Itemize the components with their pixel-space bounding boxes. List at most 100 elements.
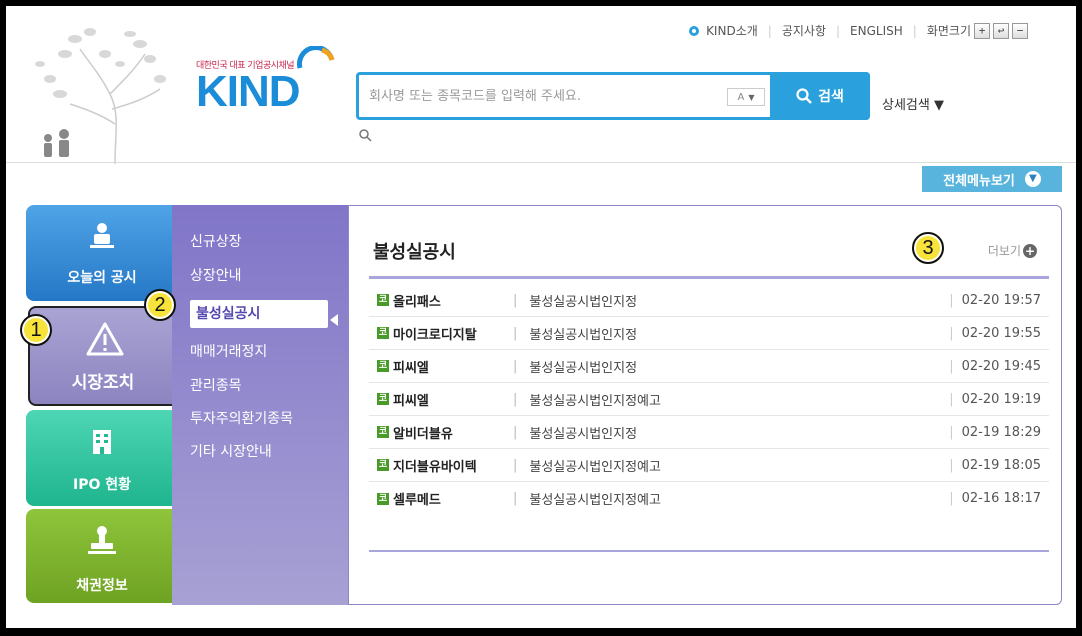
search-box: A ▼ 검색 (356, 72, 870, 120)
divider: | (949, 457, 954, 473)
tree-illustration (35, 28, 166, 164)
disclosure-time: | 02-20 19:57 (949, 293, 1041, 308)
stamp-icon (88, 526, 116, 554)
chevron-down-icon: ▼ (1024, 171, 1041, 187)
submenu-item-listing-guide[interactable]: 상장안내 (190, 265, 242, 285)
tab-today-disclosure[interactable]: 오늘의 공시 (26, 205, 178, 301)
advanced-search-link[interactable]: 상세검색 ▼ (882, 94, 944, 113)
list-item[interactable]: 코 피씨엘 | 불성실공시법인지정 | 02-20 19:45 (369, 350, 1049, 383)
submenu-item-investment-caution[interactable]: 투자주의환기종목 (190, 408, 293, 428)
logo-text: KIND (196, 67, 301, 116)
submenu-item-new-listing[interactable]: 신규상장 (190, 231, 242, 251)
disclosure-title[interactable]: 불성실공시법인지정예고 (529, 390, 661, 409)
panel-title: 불성실공시 (373, 242, 456, 263)
tab-label: 오늘의 공시 (67, 270, 137, 286)
divider: | (513, 292, 518, 308)
eye-icon (689, 25, 700, 36)
divider: | (949, 424, 954, 440)
divider: | (836, 23, 841, 38)
kosdaq-badge-icon: 코 (377, 459, 389, 471)
kosdaq-badge-icon: 코 (377, 492, 389, 505)
all-menu-button[interactable]: 전체메뉴보기 ▼ (922, 166, 1062, 192)
warning-icon (86, 322, 124, 356)
divider: | (513, 391, 518, 407)
disclosure-title[interactable]: 불성실공시법인지정예고 (529, 489, 661, 508)
content-panel: 불성실공시 더보기 + 코 올리패스 | 불성실공시법인지정 | 02-20 19:57 코… (348, 205, 1062, 605)
divider: | (949, 292, 954, 308)
company-name[interactable]: 지더블유바이텍 (393, 456, 513, 475)
header-divider (6, 162, 1076, 163)
list-item[interactable]: 코 셀루메드 | 불성실공시법인지정예고 | 02-16 18:17 (369, 482, 1049, 515)
list-item[interactable]: 코 마이크로디지탈 | 불성실공시법인지정 | 02-20 19:55 (369, 317, 1049, 350)
top-links: KIND소개 | 공지사항 | ENGLISH | 화면크기 + ↩ − (686, 22, 1028, 39)
company-name[interactable]: 피씨엘 (393, 390, 513, 409)
divider: | (513, 491, 518, 506)
kosdaq-badge-icon: 코 (377, 294, 389, 306)
time-value: 02-20 19:19 (961, 391, 1041, 407)
link-notice[interactable]: 공지사항 (782, 22, 826, 39)
list-item[interactable]: 코 올리패스 | 불성실공시법인지정 | 02-20 19:57 (369, 284, 1049, 317)
all-menu-label: 전체메뉴보기 (943, 173, 1015, 189)
list-item[interactable]: 코 지더블유바이텍 | 불성실공시법인지정예고 | 02-19 18:05 (369, 449, 1049, 482)
divider: | (949, 358, 954, 374)
list-item[interactable]: 코 피씨엘 | 불성실공시법인지정예고 | 02-20 19:19 (369, 383, 1049, 416)
list-item[interactable]: 코 알비더블유 | 불성실공시법인지정 | 02-19 18:29 (369, 416, 1049, 449)
submenu-item-unfaithful-disclosure[interactable]: 불성실공시 (190, 300, 328, 328)
kosdaq-badge-icon: 코 (377, 426, 389, 438)
active-pointer-icon (330, 314, 338, 326)
divider: | (912, 23, 917, 38)
logo-arc-icon (297, 46, 335, 69)
time-value: 02-20 19:55 (961, 325, 1041, 341)
disclosure-time: | 02-20 19:45 (949, 359, 1041, 374)
submenu-item-trading-halt[interactable]: 매매거래정지 (190, 341, 267, 361)
disclosure-title[interactable]: 불성실공시법인지정예고 (529, 456, 661, 475)
time-value: 02-19 18:29 (961, 424, 1041, 440)
annotation-marker-1: 1 (20, 314, 52, 346)
divider: | (949, 491, 954, 506)
annotation-marker-2: 2 (144, 289, 176, 321)
autocomplete-toggle[interactable]: A ▼ (727, 88, 765, 106)
time-value: 02-16 18:17 (961, 491, 1041, 506)
divider: | (513, 424, 518, 440)
kosdaq-badge-icon: 코 (377, 393, 389, 405)
disclosure-time: | 02-16 18:17 (949, 491, 1041, 506)
person-icon (90, 223, 114, 248)
submenu-item-administrative-issues[interactable]: 관리종목 (190, 375, 242, 395)
link-english[interactable]: ENGLISH (850, 24, 903, 38)
disclosure-title[interactable]: 불성실공시법인지정 (529, 423, 637, 442)
search-input[interactable] (369, 84, 719, 108)
disclosure-title[interactable]: 불성실공시법인지정 (529, 324, 637, 343)
divider: | (949, 391, 954, 407)
disclosure-time: | 02-20 19:55 (949, 326, 1041, 341)
tab-ipo-status[interactable]: IPO 현황 (26, 410, 178, 506)
disclosure-list: 코 올리패스 | 불성실공시법인지정 | 02-20 19:57 코 마이크로디지탈 | 불성실공… (369, 284, 1049, 515)
zoom-reset-button[interactable]: ↩ (993, 22, 1009, 39)
company-name[interactable]: 마이크로디지탈 (393, 324, 513, 343)
more-label: 더보기 (987, 244, 1021, 258)
company-name[interactable]: 셀루메드 (393, 489, 513, 508)
screen-size-label: 화면크기 (926, 24, 971, 38)
company-name[interactable]: 피씨엘 (393, 357, 513, 376)
disclosure-title[interactable]: 불성실공시법인지정 (529, 357, 637, 376)
link-kind-intro[interactable]: KIND소개 (706, 22, 758, 39)
submenu-item-other-guide[interactable]: 기타 시장안내 (190, 441, 272, 461)
time-value: 02-20 19:57 (961, 292, 1041, 308)
zoom-in-button[interactable]: + (974, 22, 990, 39)
tab-market-action[interactable]: 시장조치 (28, 306, 178, 406)
zoom-out-button[interactable]: − (1012, 22, 1028, 39)
autocomplete-label: A (737, 91, 745, 103)
disclosure-time: | 02-19 18:29 (949, 425, 1041, 440)
submenu: 신규상장 상장안내 불성실공시 매매거래정지 관리종목 투자주의환기종목 기타 … (172, 205, 348, 605)
disclosure-title[interactable]: 불성실공시법인지정 (529, 291, 637, 310)
tab-bond-info[interactable]: 채권정보 (26, 509, 178, 603)
plus-icon: + (1023, 243, 1037, 258)
search-button[interactable]: 검색 (770, 72, 870, 120)
company-name[interactable]: 올리패스 (393, 291, 513, 310)
chevron-down-icon: ▼ (748, 92, 755, 102)
kind-logo[interactable]: 대한민국 대표 기업공시채널 KIND (196, 46, 346, 126)
divider: | (513, 358, 518, 374)
search-icon[interactable] (358, 128, 372, 142)
company-name[interactable]: 알비더블유 (393, 423, 513, 442)
more-link[interactable]: 더보기 + (988, 242, 1037, 259)
building-icon (93, 430, 111, 454)
